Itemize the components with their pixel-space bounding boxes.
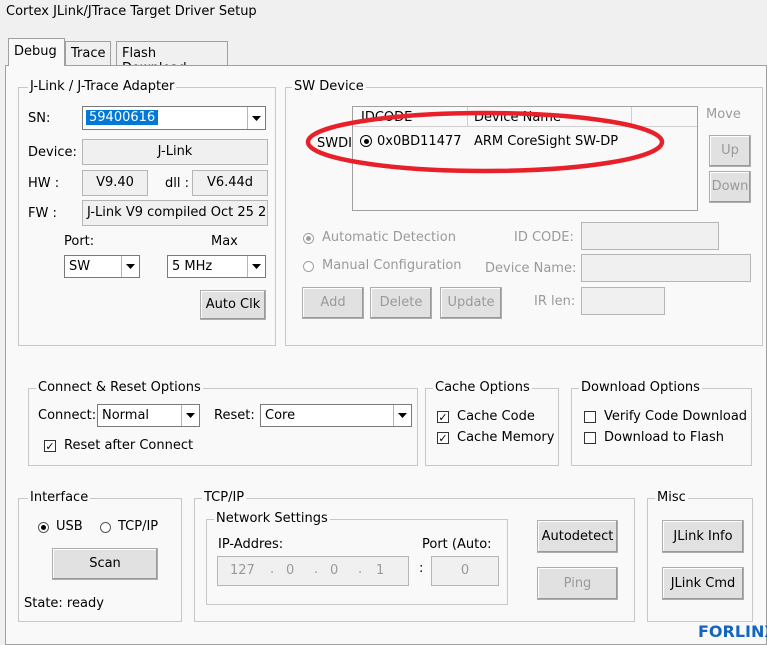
cache-memory-label: Cache Memory: [457, 430, 555, 445]
sn-label: SN:: [28, 111, 51, 126]
download-options-group: [571, 388, 752, 466]
ip-octet: 0: [330, 563, 339, 578]
chevron-down-icon[interactable]: [121, 256, 139, 277]
cache-code-checkbox[interactable]: ✓: [437, 411, 449, 423]
auto-clk-button[interactable]: Auto Clk: [200, 290, 266, 320]
delete-button[interactable]: Delete: [370, 287, 432, 319]
sn-value: 59400616: [86, 110, 159, 125]
device-value: J-Link: [82, 139, 268, 165]
device-name-input[interactable]: [581, 254, 751, 282]
hw-value: V9.40: [82, 170, 148, 196]
tcpip-radio[interactable]: [100, 522, 111, 533]
reset-select[interactable]: Core: [260, 404, 412, 427]
max-clock-value: 5 MHz: [172, 259, 213, 274]
ip-dot: .: [314, 562, 319, 577]
verify-download-checkbox[interactable]: [584, 411, 596, 423]
port-auto-label: Port (Auto:: [422, 537, 492, 552]
misc-group: [647, 498, 753, 622]
verify-download-label: Verify Code Download: [604, 409, 748, 424]
ip-octet: 127: [230, 563, 255, 578]
dll-label: dll :: [165, 176, 189, 191]
update-button[interactable]: Update: [440, 287, 502, 319]
cache-options-group-label: Cache Options: [433, 380, 532, 395]
adapter-group-label: J-Link / J-Trace Adapter: [28, 79, 177, 94]
ip-octet: 0: [286, 563, 295, 578]
device-name-label: Device Name:: [485, 261, 577, 276]
reset-value: Core: [265, 408, 296, 423]
autodetect-button[interactable]: Autodetect: [537, 520, 618, 553]
reset-label: Reset:: [214, 408, 255, 423]
cache-memory-checkbox[interactable]: ✓: [437, 432, 449, 444]
tab-debug[interactable]: Debug: [8, 38, 65, 66]
chevron-down-icon[interactable]: [181, 405, 199, 426]
interface-group-label: Interface: [28, 490, 91, 505]
irlen-input[interactable]: [581, 287, 665, 315]
download-to-flash-label: Download to Flash: [604, 430, 725, 445]
move-down-button[interactable]: Down: [709, 171, 751, 203]
irlen-label: IR len:: [534, 294, 576, 309]
checkmark-icon: ✓: [438, 410, 448, 424]
ping-button[interactable]: Ping: [537, 567, 618, 600]
download-to-flash-checkbox[interactable]: [584, 432, 596, 444]
highlight-ellipse: [305, 110, 665, 174]
chevron-down-icon[interactable]: [247, 256, 265, 277]
ip-dot: .: [358, 562, 363, 577]
download-options-group-label: Download Options: [579, 380, 702, 395]
checkmark-icon: ✓: [45, 439, 55, 453]
move-label: Move: [706, 107, 741, 122]
network-settings-label: Network Settings: [214, 511, 330, 526]
ip-address-input[interactable]: 127 . 0 . 0 . 1: [217, 556, 409, 586]
port-separator: :: [419, 561, 424, 576]
device-label: Device:: [28, 145, 77, 160]
hw-label: HW :: [28, 176, 60, 191]
connect-select[interactable]: Normal: [97, 404, 200, 427]
port-select[interactable]: SW: [64, 255, 140, 278]
tcpip-label: TCP/IP: [118, 519, 159, 534]
reset-after-connect-label: Reset after Connect: [64, 438, 194, 453]
usb-radio[interactable]: [38, 522, 49, 533]
max-clock-select[interactable]: 5 MHz: [167, 255, 266, 278]
fw-label: FW :: [28, 206, 57, 221]
auto-detection-label: Automatic Detection: [322, 230, 456, 245]
chevron-down-icon[interactable]: [247, 107, 265, 129]
connect-label: Connect:: [38, 408, 97, 423]
sn-select[interactable]: 59400616: [82, 106, 266, 130]
checkmark-icon: ✓: [438, 431, 448, 445]
scan-button[interactable]: Scan: [52, 548, 158, 580]
cache-code-label: Cache Code: [457, 409, 535, 424]
cache-options-group: [425, 388, 559, 466]
idcode-label: ID CODE:: [514, 230, 574, 245]
connect-value: Normal: [102, 408, 150, 423]
forlinx-watermark: FORLINX: [698, 622, 767, 641]
move-up-button[interactable]: Up: [709, 135, 751, 167]
jlink-info-button[interactable]: JLink Info: [662, 520, 744, 553]
auto-detection-radio[interactable]: [303, 233, 314, 244]
jlink-cmd-button[interactable]: JLink Cmd: [662, 567, 744, 600]
state-status: State: ready: [24, 596, 104, 611]
tab-flash-download[interactable]: Flash Download: [116, 41, 228, 76]
manual-config-radio[interactable]: [303, 261, 314, 272]
ip-address-label: IP-Addres:: [218, 537, 284, 552]
fw-value: J-Link V9 compiled Oct 25 2: [82, 200, 268, 226]
connect-reset-group: [28, 388, 418, 466]
ip-octet: 1: [376, 563, 385, 578]
port-input[interactable]: 0: [431, 556, 499, 586]
connect-reset-group-label: Connect & Reset Options: [36, 380, 203, 395]
sw-device-group-label: SW Device: [292, 79, 366, 94]
tcpip-group-label: TCP/IP: [202, 490, 247, 505]
manual-config-label: Manual Configuration: [322, 258, 462, 273]
max-label: Max: [211, 234, 238, 249]
dll-value: V6.44d: [192, 170, 268, 196]
port-label: Port:: [64, 234, 95, 249]
port-value: SW: [69, 259, 91, 274]
tab-trace[interactable]: Trace: [65, 41, 111, 65]
add-button[interactable]: Add: [302, 287, 364, 319]
window-title: Cortex JLink/JTrace Target Driver Setup: [6, 4, 257, 19]
reset-after-connect-checkbox[interactable]: ✓: [44, 440, 56, 452]
ip-dot: .: [270, 562, 275, 577]
misc-group-label: Misc: [655, 490, 688, 505]
idcode-input[interactable]: [581, 222, 719, 250]
chevron-down-icon[interactable]: [393, 405, 411, 426]
usb-label: USB: [56, 519, 83, 534]
